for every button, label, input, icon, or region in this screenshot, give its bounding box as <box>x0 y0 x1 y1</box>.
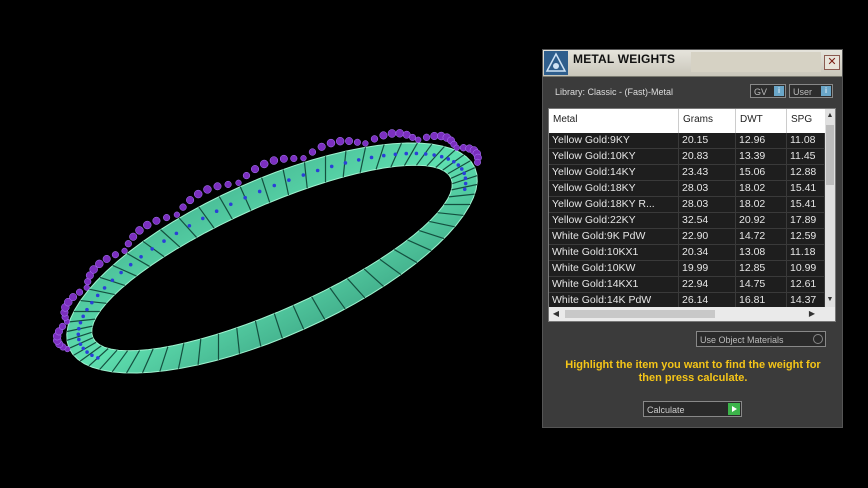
cell-metal: White Gold:10KW <box>549 261 679 276</box>
info-icon[interactable]: i <box>774 86 784 96</box>
cell-metal: Yellow Gold:10KY <box>549 149 679 164</box>
panel-titlebar[interactable]: METAL WEIGHTS ✕ <box>543 50 842 77</box>
cell-metal: White Gold:14K PdW <box>549 293 679 307</box>
scroll-left-icon[interactable]: ◀ <box>551 307 561 321</box>
column-header-dwt[interactable]: DWT <box>736 109 787 133</box>
cell-spg: 10.99 <box>787 261 825 276</box>
table-header: Metal Grams DWT SPG <box>549 109 825 133</box>
table-row[interactable]: Yellow Gold:10KY 20.83 13.39 11.45 <box>549 149 825 165</box>
scroll-up-icon[interactable]: ▲ <box>826 111 834 121</box>
use-object-materials-checkbox[interactable]: Use Object Materials <box>696 331 826 347</box>
cell-dwt: 20.92 <box>736 213 787 228</box>
table-row[interactable]: White Gold:14KX1 22.94 14.75 12.61 <box>549 277 825 293</box>
cell-grams: 32.54 <box>679 213 736 228</box>
cell-spg: 11.45 <box>787 149 825 164</box>
panel-title: METAL WEIGHTS <box>573 52 676 66</box>
use-object-materials-label: Use Object Materials <box>700 335 784 345</box>
table-row[interactable]: White Gold:14K PdW 26.14 16.81 14.37 <box>549 293 825 307</box>
cell-metal: Yellow Gold:9KY <box>549 133 679 148</box>
cell-grams: 28.03 <box>679 197 736 212</box>
instructions-text: Highlight the item you want to find the … <box>565 359 821 384</box>
info-icon[interactable]: i <box>821 86 831 96</box>
vertical-scroll-thumb[interactable] <box>826 125 834 185</box>
table-row[interactable]: Yellow Gold:9KY 20.15 12.96 11.08 <box>549 133 825 149</box>
calculate-label: Calculate <box>647 405 685 415</box>
cell-dwt: 13.08 <box>736 245 787 260</box>
table-row[interactable]: White Gold:9K PdW 22.90 14.72 12.59 <box>549 229 825 245</box>
cell-spg: 12.61 <box>787 277 825 292</box>
3d-viewport[interactable] <box>0 0 540 488</box>
cell-grams: 22.94 <box>679 277 736 292</box>
cell-grams: 20.83 <box>679 149 736 164</box>
cell-spg: 17.89 <box>787 213 825 228</box>
cell-spg: 12.88 <box>787 165 825 180</box>
titlebar-drag-area[interactable] <box>691 52 821 72</box>
cell-spg: 15.41 <box>787 197 825 212</box>
library-label: Library: Classic - (Fast)-Metal <box>555 87 674 97</box>
calculate-button[interactable]: Calculate <box>643 401 742 417</box>
scroll-down-icon[interactable]: ▼ <box>826 295 834 305</box>
vertical-scrollbar[interactable]: ▲ ▼ <box>825 109 835 307</box>
matrix-logo-icon <box>544 51 568 75</box>
column-header-metal[interactable]: Metal <box>549 109 679 133</box>
user-toggle[interactable]: User i <box>789 84 833 98</box>
radio-icon[interactable] <box>813 334 823 344</box>
close-icon[interactable]: ✕ <box>824 55 840 70</box>
cell-grams: 22.90 <box>679 229 736 244</box>
cell-spg: 11.18 <box>787 245 825 260</box>
cell-dwt: 12.85 <box>736 261 787 276</box>
cell-spg: 15.41 <box>787 181 825 196</box>
cell-dwt: 18.02 <box>736 181 787 196</box>
metal-weights-panel: METAL WEIGHTS ✕ Library: Classic - (Fast… <box>542 49 843 428</box>
user-label: User <box>793 87 813 97</box>
table-row[interactable]: Yellow Gold:14KY 23.43 15.06 12.88 <box>549 165 825 181</box>
horizontal-scroll-thumb[interactable] <box>565 310 715 318</box>
cell-metal: Yellow Gold:22KY <box>549 213 679 228</box>
cell-dwt: 14.72 <box>736 229 787 244</box>
cell-grams: 19.99 <box>679 261 736 276</box>
table-row[interactable]: White Gold:10KW 19.99 12.85 10.99 <box>549 261 825 277</box>
ring-model <box>52 129 482 374</box>
play-icon[interactable] <box>728 403 740 415</box>
gv-toggle[interactable]: GV i <box>750 84 786 98</box>
cell-spg: 12.59 <box>787 229 825 244</box>
cell-grams: 20.15 <box>679 133 736 148</box>
cell-dwt: 16.81 <box>736 293 787 307</box>
table-body: Yellow Gold:9KY 20.15 12.96 11.08 Yellow Gol… <box>549 133 825 307</box>
cell-grams: 28.03 <box>679 181 736 196</box>
cell-dwt: 12.96 <box>736 133 787 148</box>
cell-grams: 26.14 <box>679 293 736 307</box>
table-row[interactable]: Yellow Gold:18KY 28.03 18.02 15.41 <box>549 181 825 197</box>
cell-metal: White Gold:9K PdW <box>549 229 679 244</box>
cell-metal: Yellow Gold:18KY R... <box>549 197 679 212</box>
cell-grams: 23.43 <box>679 165 736 180</box>
column-header-grams[interactable]: Grams <box>679 109 736 133</box>
cell-dwt: 14.75 <box>736 277 787 292</box>
metal-table: Metal Grams DWT SPG Yellow Gold:9KY 20.15… <box>548 108 836 322</box>
cell-dwt: 18.02 <box>736 197 787 212</box>
table-row[interactable]: Yellow Gold:18KY R... 28.03 18.02 15.41 <box>549 197 825 213</box>
cell-dwt: 15.06 <box>736 165 787 180</box>
cell-metal: White Gold:10KX1 <box>549 245 679 260</box>
column-header-spg[interactable]: SPG <box>787 109 825 133</box>
table-row[interactable]: Yellow Gold:22KY 32.54 20.92 17.89 <box>549 213 825 229</box>
table-row[interactable]: White Gold:10KX1 20.34 13.08 11.18 <box>549 245 825 261</box>
cell-grams: 20.34 <box>679 245 736 260</box>
gv-label: GV <box>754 87 768 97</box>
cell-dwt: 13.39 <box>736 149 787 164</box>
cell-metal: Yellow Gold:18KY <box>549 181 679 196</box>
cell-metal: White Gold:14KX1 <box>549 277 679 292</box>
cell-metal: Yellow Gold:14KY <box>549 165 679 180</box>
cell-spg: 11.08 <box>787 133 825 148</box>
scroll-right-icon[interactable]: ▶ <box>807 307 817 321</box>
horizontal-scrollbar[interactable]: ◀ ▶ <box>549 307 835 321</box>
cell-spg: 14.37 <box>787 293 825 307</box>
